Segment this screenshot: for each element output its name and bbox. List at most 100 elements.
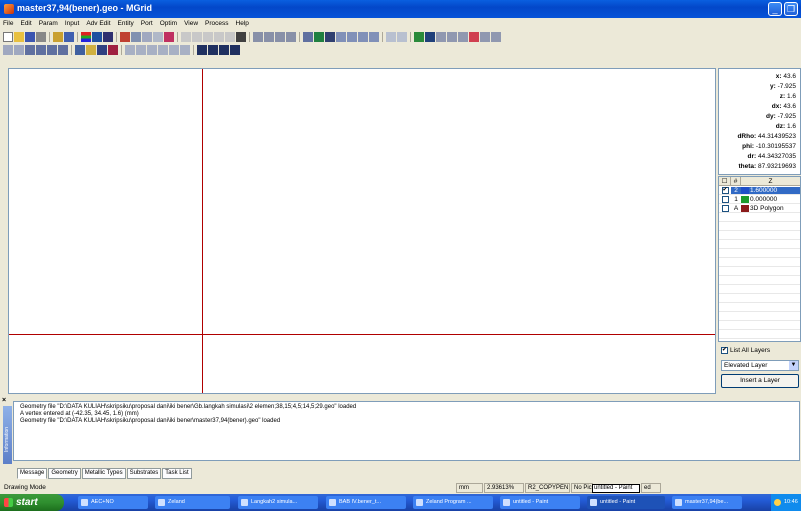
zoom-all-icon[interactable] [125,44,135,55]
chart-icon[interactable] [103,31,113,42]
insert-layer-button[interactable]: Insert a Layer [721,374,799,388]
tab-task-list[interactable]: Task List [162,468,192,479]
menu-help[interactable]: Help [236,18,249,30]
close-icon[interactable]: × [2,397,6,404]
taskbar-item[interactable]: untitled - Paint [587,496,665,509]
list-all-layers[interactable]: ✔ List All Layers [721,347,770,354]
mirror-icon[interactable] [225,31,235,42]
port-icon[interactable] [303,31,313,42]
taskbar-item[interactable]: BAB IV.bener_t... [326,496,406,509]
context-help-icon[interactable] [64,31,74,42]
pan-icon[interactable] [14,44,24,55]
zoom-in-icon[interactable] [147,44,157,55]
line-icon[interactable] [358,31,368,42]
pencil-icon[interactable] [120,31,130,42]
measure-icon[interactable] [447,31,457,42]
layers-icon[interactable] [81,31,91,42]
align-bottom-icon[interactable] [286,31,296,42]
zoom-fit-icon[interactable] [169,44,179,55]
layer-checkbox[interactable]: ✔ [721,186,729,194]
taskbar-item[interactable]: Zeland Program ... [413,496,493,509]
tray-icon[interactable] [774,499,781,506]
rectangle-icon[interactable] [142,31,152,42]
paste-icon[interactable] [203,31,213,42]
layer-green-icon[interactable] [414,31,424,42]
chevron-down-icon[interactable]: ▼ [789,361,798,370]
menu-edit[interactable]: Edit [20,18,31,30]
align-top-icon[interactable] [275,31,285,42]
columns-icon[interactable] [58,44,68,55]
box-icon[interactable] [25,44,35,55]
zoom-window-icon[interactable] [136,44,146,55]
layer-checkbox[interactable] [721,195,729,203]
taskbar-item[interactable]: Langkah2 simula... [238,496,318,509]
message-log[interactable]: Geometry file "D:\DATA KULIAH\skripsiku\… [13,401,800,461]
align-right-icon[interactable] [264,31,274,42]
sphere-icon[interactable] [97,44,107,55]
info-icon[interactable] [480,31,490,42]
arrow-down-icon[interactable] [219,44,229,55]
tag-icon[interactable] [469,31,479,42]
tab-message[interactable]: Message [17,468,48,479]
bend-icon[interactable] [369,31,379,42]
copy-icon[interactable] [192,31,202,42]
snap-icon[interactable] [436,31,446,42]
tab-substrates[interactable]: Substrates [126,468,162,479]
arrow-left-icon[interactable] [197,44,207,55]
redo-icon[interactable] [397,31,407,42]
arrow-up-icon[interactable] [230,44,240,55]
print-icon[interactable] [36,31,46,42]
message-side-grip[interactable]: Information [3,406,12,464]
menu-file[interactable]: File [3,18,13,30]
minimize-button[interactable]: _ [768,2,782,16]
arrow-icon[interactable] [458,31,468,42]
delete-icon[interactable] [214,31,224,42]
grid-icon[interactable] [92,31,102,42]
taskbar-item[interactable]: master37,94(be... [672,496,742,509]
layer-row[interactable]: 1 0.000000 [719,195,800,204]
list-all-checkbox[interactable]: ✔ [721,347,728,354]
layer-stack-icon[interactable] [75,44,85,55]
cut-icon[interactable] [181,31,191,42]
undo-icon[interactable] [386,31,396,42]
layer-type-select[interactable]: Elevated Layer ▼ [721,360,799,371]
restore-button[interactable]: ❐ [784,2,798,16]
start-button[interactable]: start [0,494,64,511]
curve-icon[interactable] [336,31,346,42]
drawing-canvas[interactable] [8,68,716,394]
move-icon[interactable] [153,31,163,42]
taskbar-item[interactable]: Zeland [155,496,230,509]
zoom-extent-icon[interactable] [180,44,190,55]
layer-blue-icon[interactable] [425,31,435,42]
window-icon[interactable] [108,44,118,55]
layer-checkbox[interactable] [721,204,729,212]
vertex-icon[interactable] [164,31,174,42]
tab-geometry[interactable]: Geometry [48,468,81,479]
align-left-icon[interactable] [253,31,263,42]
taskbar-item[interactable]: untitled - Paint [500,496,580,509]
save-icon[interactable] [25,31,35,42]
menu-process[interactable]: Process [205,18,228,30]
menu-entity[interactable]: Entity [118,18,134,30]
menu-input[interactable]: Input [65,18,79,30]
layer-row[interactable]: ✔ 2 1.600000 [719,186,800,195]
table-icon[interactable] [491,31,501,42]
menu-param[interactable]: Param [39,18,58,30]
arc-icon[interactable] [347,31,357,42]
menu-optim[interactable]: Optim [160,18,177,30]
polygon-icon[interactable] [131,31,141,42]
arrow-right-icon[interactable] [208,44,218,55]
split-icon[interactable] [47,44,57,55]
menu-adv-edit[interactable]: Adv Edit [86,18,110,30]
new-file-icon[interactable] [3,31,13,42]
layer-row[interactable]: A 3D Polygon [719,204,800,213]
menu-view[interactable]: View [184,18,198,30]
zoom-out-icon[interactable] [158,44,168,55]
frame-icon[interactable] [36,44,46,55]
tab-metallic-types[interactable]: Metallic Types [81,468,126,479]
help-icon[interactable] [53,31,63,42]
open-folder-icon[interactable] [14,31,24,42]
taskbar-item[interactable]: AEC+NO [78,496,148,509]
rotate-icon[interactable] [236,31,246,42]
mesh-icon[interactable] [314,31,324,42]
